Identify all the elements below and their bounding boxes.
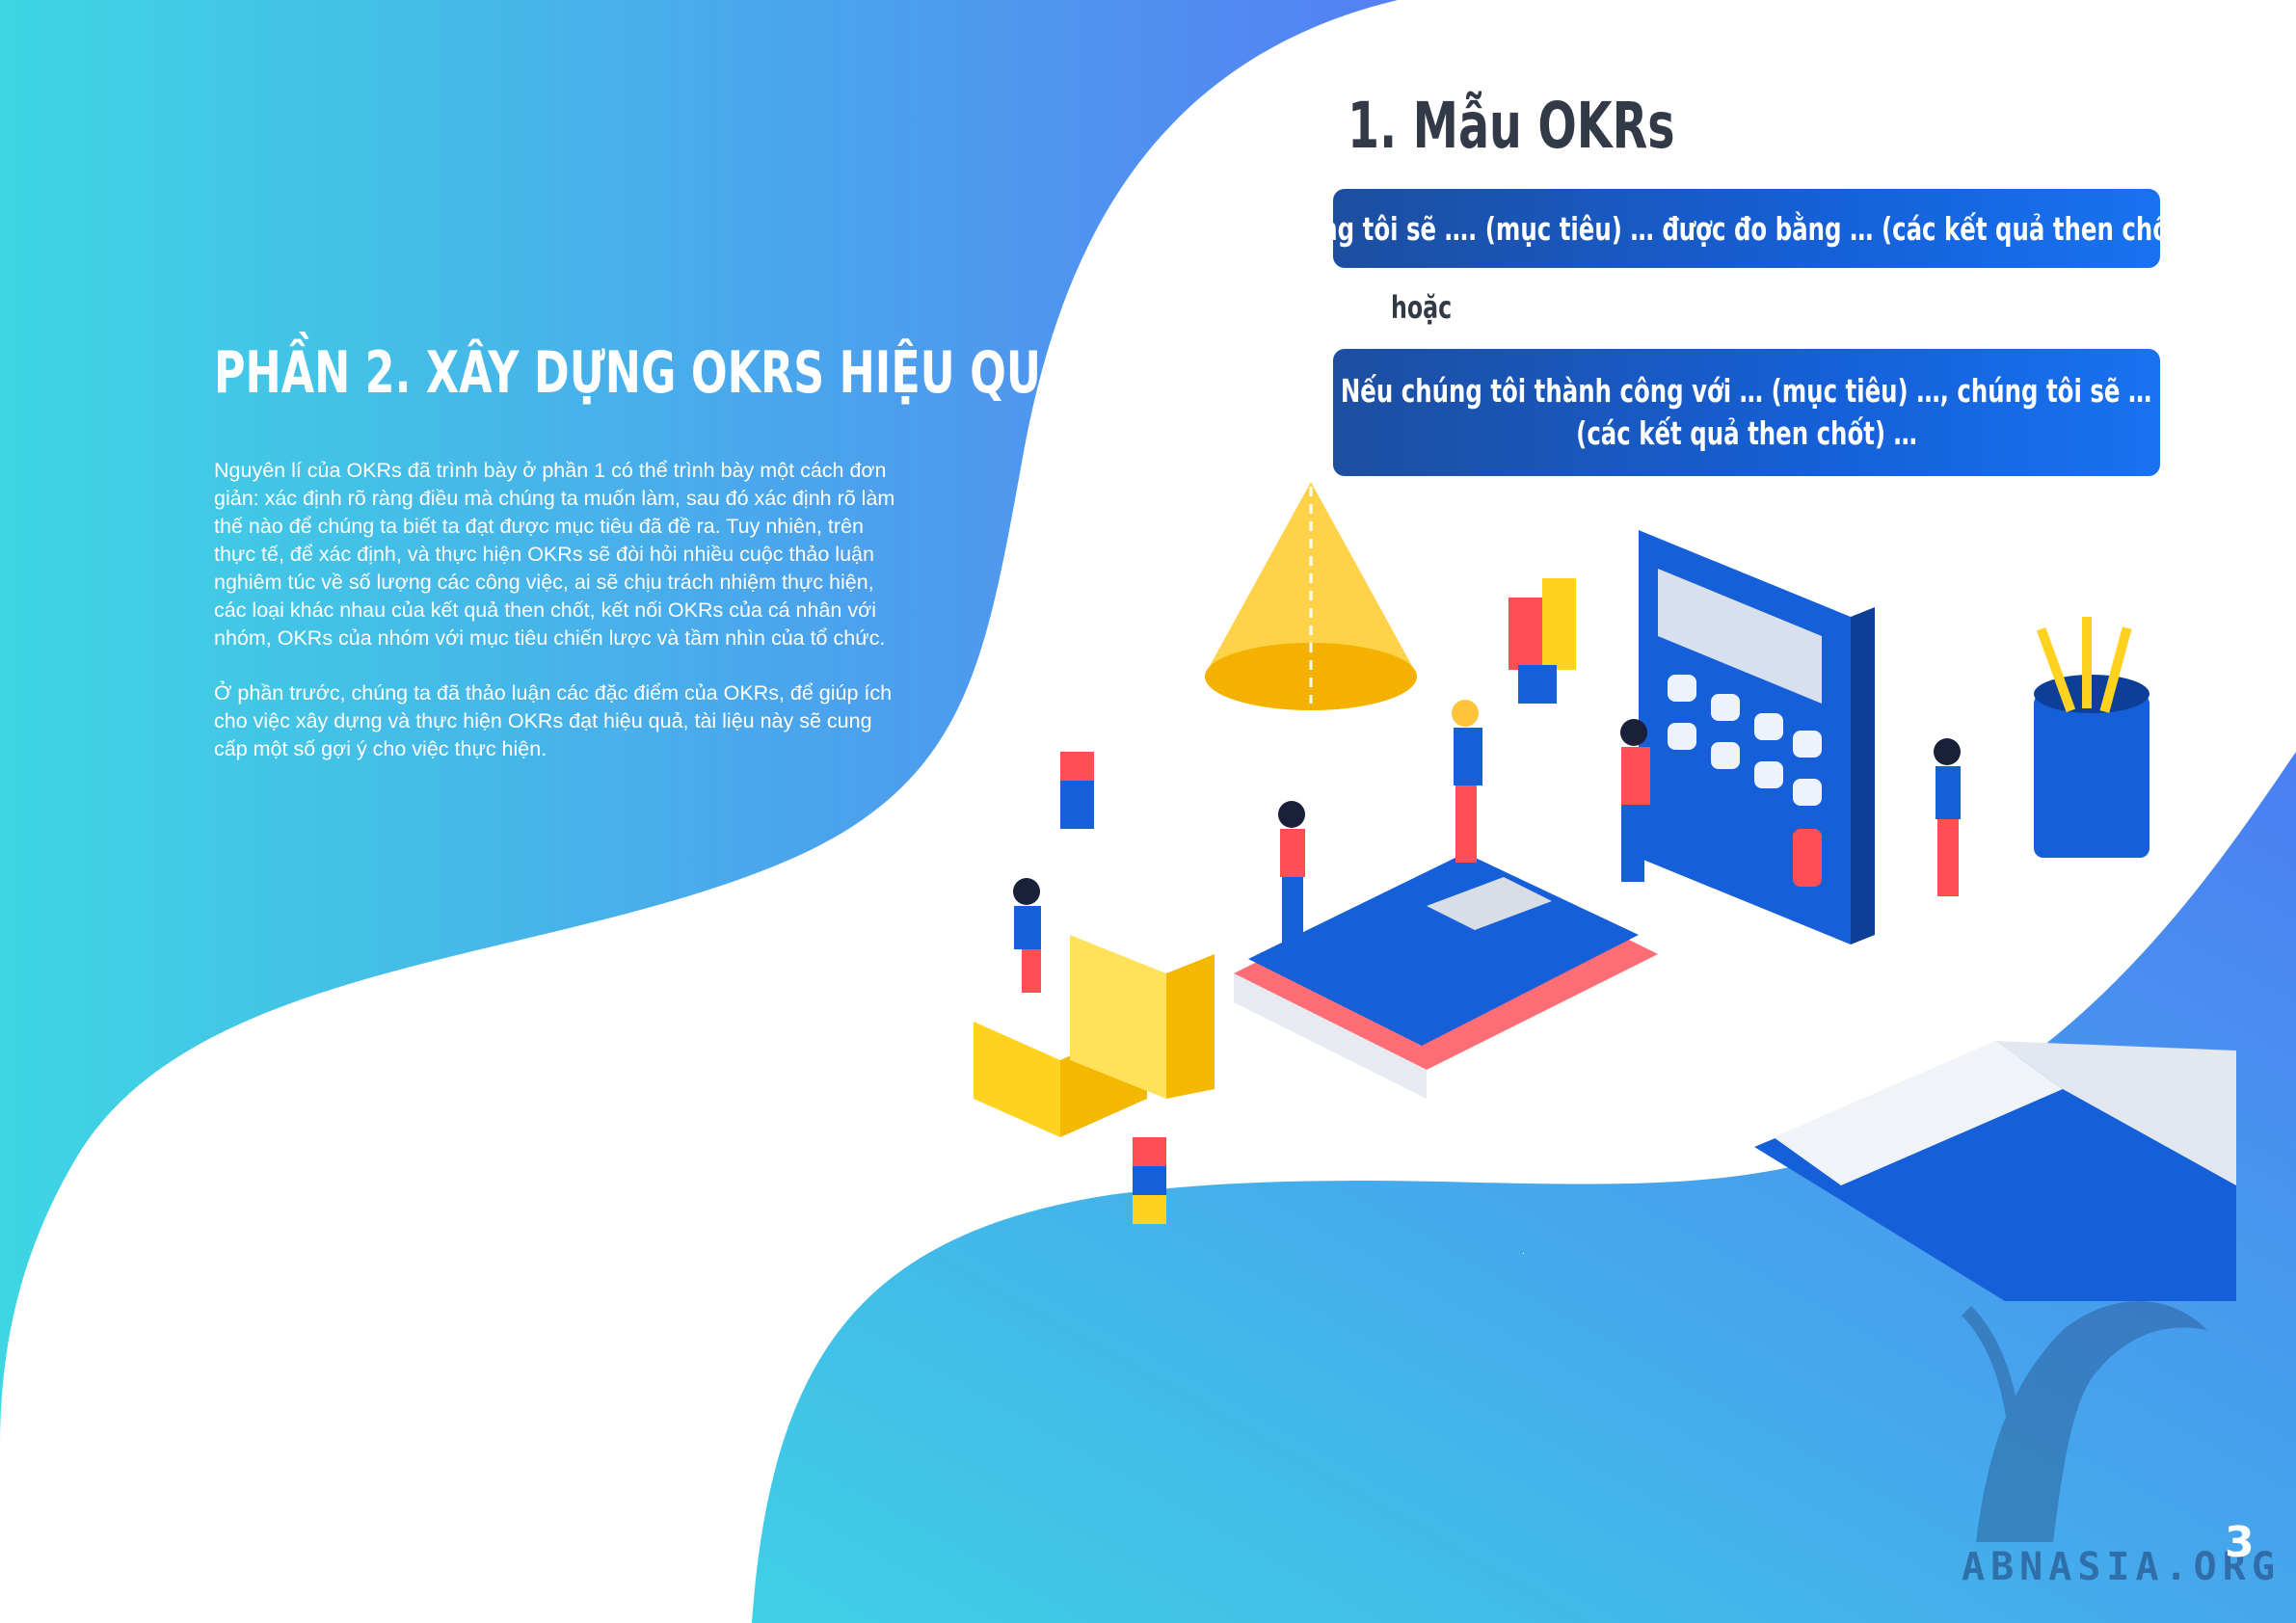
page-number: 3 bbox=[2225, 1518, 2255, 1567]
intro-text: Nguyên lí của OKRs đã trình bày ở phần 1… bbox=[214, 457, 908, 790]
intro-paragraph-1: Nguyên lí của OKRs đã trình bày ở phần 1… bbox=[214, 459, 895, 650]
watermark-logo bbox=[1961, 1301, 2207, 1542]
open-book-icon bbox=[1754, 1041, 2236, 1301]
connector-text: hoặc bbox=[1391, 289, 1453, 326]
okr-option-2-line-1: Nếu chúng tôi thành công với … (mục tiêu… bbox=[1341, 372, 2152, 410]
intro-paragraph-2: Ở phần trước, chúng ta đã thảo luận các … bbox=[214, 681, 893, 760]
okr-option-1-text: Chúng tôi sẽ …. (mục tiêu) … được đo bằn… bbox=[1269, 209, 2224, 248]
isometric-illustration bbox=[974, 482, 2236, 1301]
okr-option-2-line-2: (các kết quả then chốt) … bbox=[1576, 414, 1917, 452]
yellow-puzzle-blocks bbox=[974, 935, 1215, 1137]
cone-icon bbox=[1205, 482, 1417, 710]
section-title: PHẦN 2. XÂY DỰNG OKRS HIỆU QUẢ bbox=[214, 339, 1075, 407]
pencil-cup-icon bbox=[2034, 617, 2149, 858]
bar-blocks-icon bbox=[1508, 578, 1576, 704]
okr-template-option-2: Nếu chúng tôi thành công với … (mục tiêu… bbox=[1333, 349, 2160, 476]
calculator-icon bbox=[1639, 530, 1875, 945]
okr-template-option-1: Chúng tôi sẽ …. (mục tiêu) … được đo bằn… bbox=[1270, 189, 2223, 268]
okr-template-title: 1. Mẫu OKRs bbox=[1348, 89, 1675, 163]
